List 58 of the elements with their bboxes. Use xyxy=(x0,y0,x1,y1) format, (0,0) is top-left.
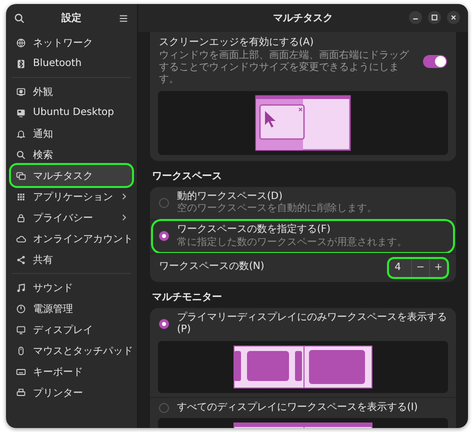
sidebar-item[interactable]: 通知 xyxy=(11,123,132,144)
sidebar-item[interactable]: キーボード xyxy=(11,361,132,382)
count-value[interactable]: 4 xyxy=(388,262,411,273)
sidebar-item[interactable]: 電源管理 xyxy=(11,298,132,319)
sidebar-item[interactable]: ディスプレイ xyxy=(11,319,132,340)
close-icon[interactable] xyxy=(447,11,460,24)
bluetooth-icon xyxy=(16,58,26,68)
option-title: すべてのディスプレイにワークスペースを表示する(I) xyxy=(177,402,418,414)
spin-button[interactable]: 4 − + xyxy=(388,258,447,276)
search-icon xyxy=(16,150,26,160)
mouse-icon xyxy=(16,346,26,356)
sidebar-item[interactable]: アプリケーション xyxy=(11,186,132,207)
menu-icon[interactable] xyxy=(118,12,129,24)
lock-icon xyxy=(16,212,26,222)
desktop-icon xyxy=(16,108,26,118)
sidebar-item[interactable]: 外観 xyxy=(11,81,132,102)
sidebar-item[interactable]: オンラインアカウント xyxy=(11,228,132,249)
share-icon xyxy=(16,254,26,264)
radio-option[interactable]: ワークスペースの数を指定する(F) 常に指定した数のワークスペースが用意されます。 xyxy=(153,221,453,252)
globe-icon xyxy=(16,38,26,48)
radio-button[interactable] xyxy=(159,319,169,329)
sidebar-item[interactable]: 検索 xyxy=(11,144,132,165)
radio-button[interactable] xyxy=(159,231,169,242)
sidebar-item[interactable]: Ubuntu Desktop xyxy=(11,102,132,123)
monitor-icon xyxy=(16,324,26,334)
sidebar-item[interactable]: 共有 xyxy=(11,249,132,270)
sidebar-item[interactable]: Bluetooth xyxy=(11,53,132,74)
power-icon xyxy=(16,304,26,314)
keyboard-icon xyxy=(16,366,26,376)
sidebar-title: 設定 xyxy=(60,11,82,25)
search-icon[interactable] xyxy=(14,12,25,24)
sidebar-item[interactable]: サウンド xyxy=(11,277,132,298)
section-heading: マルチモニター xyxy=(152,290,223,304)
cloud-icon xyxy=(16,234,26,244)
maximize-icon[interactable] xyxy=(428,11,441,24)
bell-icon xyxy=(16,128,26,138)
sidebar-item[interactable]: マウスとタッチパッド xyxy=(11,340,132,361)
minimize-icon[interactable] xyxy=(409,11,422,24)
sidebar-item[interactable]: ネットワーク xyxy=(11,32,132,53)
windows-icon xyxy=(16,170,26,180)
option-description: ウィンドウを画面上部、画面左端、画面右端にドラッグすることでウィンドウサイズを変更できるようにします。 xyxy=(159,50,410,86)
sidebar-item[interactable]: マルチタスク xyxy=(11,165,132,186)
option-title: スクリーンエッジを有効にする(A) xyxy=(159,37,315,50)
count-label: ワークスペースの数(N) xyxy=(159,261,266,274)
sidebar-item[interactable]: プライバシー xyxy=(11,207,132,228)
increment-button[interactable]: + xyxy=(429,258,447,276)
section-heading: ワークスペース xyxy=(152,170,223,182)
toggle-switch[interactable] xyxy=(423,54,447,68)
printer-icon xyxy=(16,388,26,398)
music-note-icon xyxy=(16,282,26,292)
grid-icon xyxy=(16,192,26,202)
page-title: マルチタスク xyxy=(273,12,333,25)
radio-button[interactable] xyxy=(159,402,169,413)
option-title: プライマリーディスプレイにのみワークスペースを表示する(P) xyxy=(177,312,447,336)
decrement-button[interactable]: − xyxy=(411,258,429,276)
radio-option[interactable]: 動的ワークスペース(D) 空のワークスペースを自動的に削除します。 xyxy=(153,188,453,218)
sidebar-item[interactable]: プリンター xyxy=(11,382,132,403)
radio-button[interactable] xyxy=(159,198,169,208)
